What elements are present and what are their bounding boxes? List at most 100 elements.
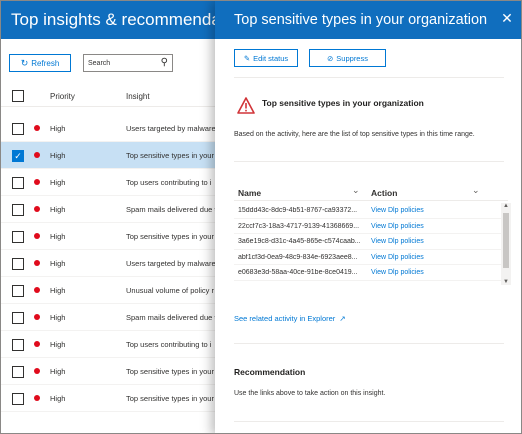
priority-dot-icon	[34, 152, 40, 158]
row-insight[interactable]: Top users contributing to i	[126, 178, 215, 187]
search-placeholder: Search	[88, 59, 111, 67]
column-header-name[interactable]: Name	[238, 188, 261, 198]
chevron-down-icon[interactable]: ⌄	[352, 185, 360, 196]
row-insight[interactable]: Top sensitive types in your	[126, 151, 215, 160]
sensitive-type-id: e0683e3d-58aa-40ce-91be-8ce0419...	[238, 269, 358, 276]
priority-dot-icon	[34, 287, 40, 293]
table-row[interactable]: High Top sensitive types in your	[1, 385, 215, 412]
row-checkbox[interactable]	[12, 339, 24, 351]
row-insight[interactable]: Users targeted by malware	[126, 259, 215, 268]
row-priority: High	[50, 178, 66, 187]
row-checkbox[interactable]	[12, 393, 24, 405]
row-priority: High	[50, 124, 66, 133]
row-checkbox[interactable]	[12, 258, 24, 270]
chevron-down-icon[interactable]: ⌄	[472, 185, 480, 196]
row-insight[interactable]: Users targeted by malware	[126, 124, 215, 133]
priority-dot-icon	[34, 125, 40, 131]
view-dlp-policies-link[interactable]: View Dlp policies	[371, 254, 424, 261]
row-priority: High	[50, 367, 66, 376]
row-checkbox[interactable]	[12, 177, 24, 189]
row-checkbox[interactable]	[12, 312, 24, 324]
select-all-checkbox[interactable]	[12, 90, 24, 102]
insights-toolbar: ↻ Refresh Search ⚲	[1, 51, 215, 73]
row-checkbox[interactable]	[12, 231, 24, 243]
sensitive-type-id: 3a6e19c8-d31c-4a45-865e-c574caab...	[238, 238, 361, 245]
view-dlp-policies-link[interactable]: View Dlp policies	[371, 269, 424, 276]
table-row: 3a6e19c8-d31c-4a45-865e-c574caab... View …	[234, 234, 508, 250]
table-row: abf1cf3d-0ea9-48c9-834e-6923aee8... View …	[234, 250, 508, 265]
edit-status-label: Edit status	[253, 53, 289, 63]
edit-icon: ✎	[243, 53, 251, 63]
column-header-insight[interactable]: Insight	[126, 92, 150, 101]
divider	[234, 77, 504, 78]
sensitive-types-table-body: 15ddd43c-8dc9-4b51-8767-ca93372... View D…	[234, 203, 508, 283]
row-priority: High	[50, 232, 66, 241]
scroll-down-icon[interactable]: ▼	[503, 279, 509, 285]
column-header-action[interactable]: Action	[371, 188, 397, 198]
scroll-up-icon[interactable]: ▲	[503, 203, 509, 209]
priority-dot-icon	[34, 179, 40, 185]
table-row[interactable]: ✓ High Top sensitive types in your	[1, 142, 215, 169]
view-dlp-policies-link[interactable]: View Dlp policies	[371, 223, 424, 230]
row-priority: High	[50, 340, 66, 349]
row-priority: High	[50, 205, 66, 214]
close-icon[interactable]: ✕	[499, 10, 515, 27]
table-scrollbar[interactable]: ▲ ▼	[501, 203, 511, 285]
search-icon[interactable]: ⚲	[161, 57, 168, 68]
table-row[interactable]: High Unusual volume of policy r	[1, 277, 215, 304]
explorer-link[interactable]: See related activity in Explorer ↗	[234, 314, 346, 323]
search-input[interactable]: Search ⚲	[83, 54, 173, 72]
recommendation-title: Recommendation	[234, 367, 306, 377]
insight-detail-flyout: Top sensitive types in your organization…	[215, 1, 521, 433]
priority-dot-icon	[34, 395, 40, 401]
table-row[interactable]: High Spam mails delivered due t	[1, 304, 215, 331]
row-priority: High	[50, 394, 66, 403]
explorer-link-label[interactable]: See related activity in Explorer	[234, 314, 335, 323]
scrollbar-thumb[interactable]	[503, 213, 509, 268]
insights-table-body: High Users targeted by malware ✓ High Top se…	[1, 115, 215, 412]
row-insight[interactable]: Top sensitive types in your	[126, 367, 215, 376]
table-row: 22ccf7c3-18a3-4717-9139-41368669... View …	[234, 219, 508, 234]
table-row: e0683e3d-58aa-40ce-91be-8ce0419... View D…	[234, 265, 508, 281]
suppress-label: Suppress	[336, 53, 368, 63]
table-row[interactable]: High Top users contributing to i	[1, 331, 215, 358]
section-description: Based on the activity, here are the list…	[234, 131, 475, 138]
table-row[interactable]: High Users targeted by malware	[1, 250, 215, 277]
section-title: Top sensitive types in your organization	[262, 98, 424, 108]
row-insight[interactable]: Unusual volume of policy r	[126, 286, 215, 295]
table-row[interactable]: High Users targeted by malware	[1, 115, 215, 142]
priority-dot-icon	[34, 314, 40, 320]
sensitive-type-id: 15ddd43c-8dc9-4b51-8767-ca93372...	[238, 207, 358, 214]
view-dlp-policies-link[interactable]: View Dlp policies	[371, 238, 424, 245]
warning-icon	[237, 97, 255, 114]
table-row[interactable]: High Top users contributing to i	[1, 169, 215, 196]
sensitive-type-id: 22ccf7c3-18a3-4717-9139-41368669...	[238, 222, 360, 230]
refresh-button[interactable]: ↻ Refresh	[9, 54, 71, 72]
row-insight[interactable]: Spam mails delivered due t	[126, 205, 215, 214]
table-row[interactable]: High Top sensitive types in your	[1, 223, 215, 250]
table-row[interactable]: High Spam mails delivered due t	[1, 196, 215, 223]
divider	[234, 343, 504, 344]
row-checkbox[interactable]	[12, 285, 24, 297]
row-insight[interactable]: Top sensitive types in your	[126, 232, 215, 241]
row-checkbox[interactable]	[12, 366, 24, 378]
suppress-button[interactable]: ⊘ Suppress	[309, 49, 386, 67]
view-dlp-policies-link[interactable]: View Dlp policies	[371, 207, 424, 214]
insights-table-header: Priority Insight	[1, 85, 215, 107]
column-header-priority[interactable]: Priority	[50, 92, 75, 101]
priority-dot-icon	[34, 341, 40, 347]
refresh-label: Refresh	[31, 58, 60, 68]
row-priority: High	[50, 259, 66, 268]
row-insight[interactable]: Top sensitive types in your	[126, 394, 215, 403]
row-checkbox[interactable]	[12, 204, 24, 216]
row-checkbox[interactable]	[12, 123, 24, 135]
row-insight[interactable]: Top users contributing to i	[126, 340, 215, 349]
priority-dot-icon	[34, 233, 40, 239]
flyout-title: Top sensitive types in your organization	[215, 1, 521, 39]
table-row[interactable]: High Top sensitive types in your	[1, 358, 215, 385]
row-insight[interactable]: Spam mails delivered due t	[126, 313, 215, 322]
sensitive-type-id: abf1cf3d-0ea9-48c9-834e-6923aee8...	[238, 253, 358, 261]
app-frame: Top insights & recommendations ↻ Refresh…	[0, 0, 522, 434]
edit-status-button[interactable]: ✎ Edit status	[234, 49, 298, 67]
row-checkbox[interactable]: ✓	[12, 150, 24, 162]
